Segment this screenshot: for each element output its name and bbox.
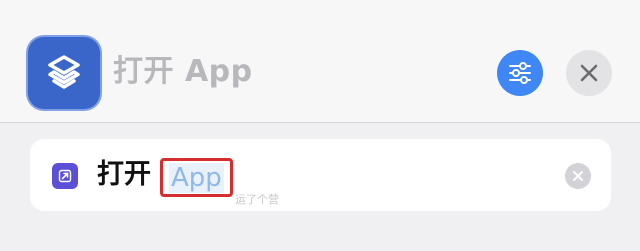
open-app-action-icon (52, 163, 78, 189)
sliders-icon (509, 62, 531, 84)
open-app-action-card: 打开 App 运了个营 (30, 139, 611, 211)
shortcut-action-screen: 打开 App 打开 App 运了个营 (0, 0, 640, 251)
watermark: 运了个营 (235, 193, 279, 206)
action-title: 打开 App (113, 54, 253, 89)
clear-parameter-button[interactable] (565, 163, 591, 189)
action-verb-label: 打开 (97, 159, 151, 190)
app-parameter-placeholder: App (169, 162, 224, 193)
open-app-arrow-icon (58, 169, 72, 183)
close-button[interactable] (566, 50, 612, 96)
clear-x-icon (573, 171, 583, 181)
app-parameter-token[interactable]: App (160, 158, 233, 197)
action-settings-button[interactable] (497, 50, 543, 96)
close-icon (580, 64, 598, 82)
action-header: 打开 App (0, 0, 640, 123)
shortcuts-layers-icon (48, 55, 80, 89)
shortcuts-app-icon (28, 37, 100, 109)
